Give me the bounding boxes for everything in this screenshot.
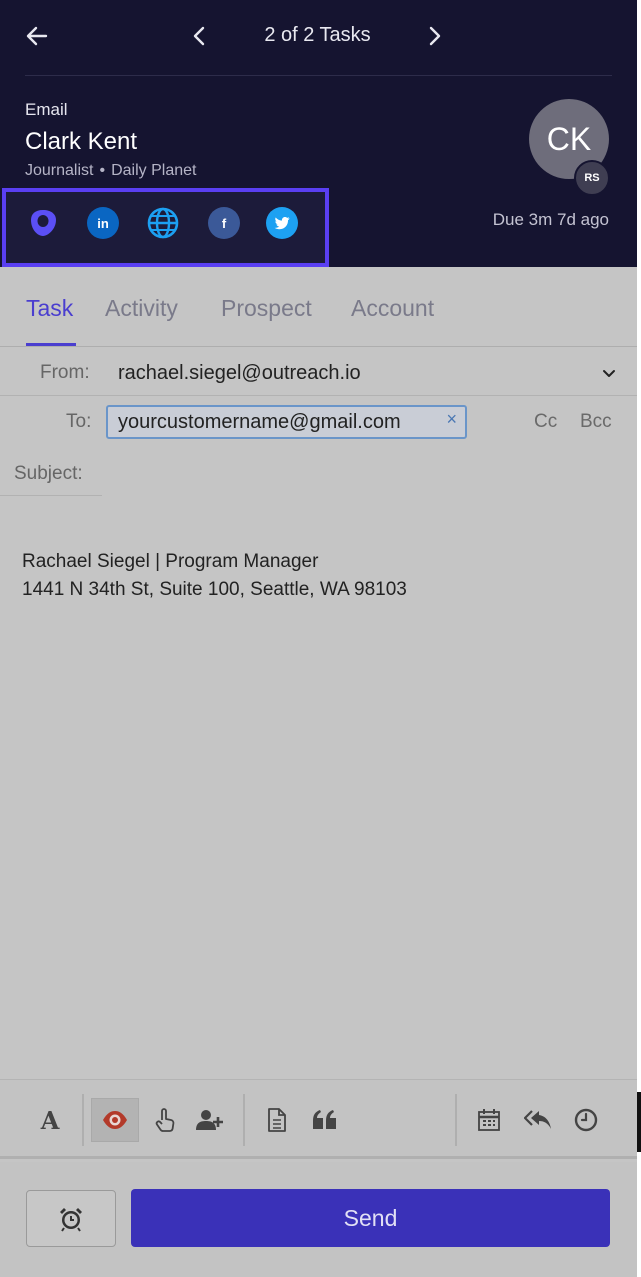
task-panel: 2 of 2 Tasks Email Clark Kent Journalist… [0, 0, 637, 1277]
previous-task-chevron-icon[interactable] [188, 22, 212, 50]
separator-dot: • [99, 162, 106, 179]
template-icon[interactable] [260, 1098, 294, 1142]
task-tabs: Task Activity Prospect Account [0, 267, 637, 347]
cc-button[interactable]: Cc [534, 411, 557, 433]
task-counter: 2 of 2 Tasks [264, 24, 371, 46]
back-arrow-icon[interactable] [24, 22, 52, 50]
owner-avatar: RS [574, 160, 610, 196]
compose-toolbar: A [0, 1079, 637, 1159]
active-tab-indicator [26, 343, 76, 346]
send-button[interactable]: Send [131, 1189, 610, 1247]
twitter-icon[interactable] [265, 206, 299, 240]
next-task-chevron-icon[interactable] [422, 22, 446, 50]
tab-task[interactable]: Task [26, 295, 73, 322]
to-label: To: [66, 411, 92, 432]
remove-recipient-icon[interactable]: × [446, 409, 457, 430]
facebook-icon[interactable]: f [207, 206, 241, 240]
signature-line: Rachael Siegel | Program Manager [22, 551, 319, 572]
outreach-icon[interactable] [26, 206, 60, 240]
recipient-email: yourcustomername@gmail.com [118, 411, 401, 433]
task-type: Email [25, 100, 68, 119]
subject-row: Subject: [0, 448, 102, 496]
tab-account[interactable]: Account [351, 295, 434, 322]
reply-all-icon[interactable] [521, 1098, 555, 1142]
globe-icon[interactable] [146, 206, 180, 240]
link-tracking-icon[interactable] [148, 1098, 182, 1142]
tab-activity[interactable]: Activity [105, 295, 178, 322]
tab-prospect[interactable]: Prospect [221, 295, 312, 322]
compose-footer: Send [0, 1162, 637, 1277]
toolbar-divider [455, 1094, 457, 1146]
twitter-badge [266, 207, 298, 239]
toolbar-divider [82, 1094, 84, 1146]
from-row: From: rachael.siegel@outreach.io [0, 348, 637, 396]
email-body[interactable]: Rachael Siegel | Program Manager 1441 N … [22, 548, 622, 604]
contact-subtitle: Journalist • Daily Planet [25, 162, 196, 180]
bcc-button[interactable]: Bcc [580, 411, 612, 433]
recipient-chip[interactable]: yourcustomername@gmail.com × [106, 405, 467, 439]
calendar-icon[interactable] [472, 1098, 506, 1142]
toolbar-divider [243, 1094, 245, 1146]
from-label: From: [40, 362, 90, 383]
from-address[interactable]: rachael.siegel@outreach.io [118, 362, 361, 385]
add-prospect-icon[interactable] [193, 1098, 227, 1142]
contact-title: Journalist [25, 162, 94, 179]
eye-tracking-icon[interactable] [91, 1098, 139, 1142]
snooze-button[interactable] [26, 1190, 116, 1247]
schedule-icon[interactable] [569, 1098, 603, 1142]
window-edge [637, 0, 641, 1277]
linkedin-badge: in [87, 207, 119, 239]
facebook-badge: f [208, 207, 240, 239]
subject-label: Subject: [14, 463, 83, 484]
font-glyph: A [40, 1105, 60, 1135]
due-date: Due 3m 7d ago [492, 210, 609, 229]
task-header: 2 of 2 Tasks Email Clark Kent Journalist… [0, 0, 637, 267]
contact-name[interactable]: Clark Kent [25, 128, 137, 156]
chevron-down-icon[interactable] [600, 364, 618, 382]
to-row: To: yourcustomername@gmail.com × Cc Bcc [0, 397, 637, 447]
snippet-icon[interactable] [308, 1098, 342, 1142]
signature-line: 1441 N 34th St, Suite 100, Seattle, WA 9… [22, 579, 407, 600]
contact-company[interactable]: Daily Planet [111, 162, 196, 179]
social-links-highlight: in f [2, 188, 329, 267]
window-edge-marker [637, 1092, 641, 1152]
subject-input[interactable] [110, 452, 630, 492]
alarm-clock-icon [60, 1207, 82, 1232]
font-format-icon[interactable]: A [33, 1098, 67, 1142]
header-divider [25, 75, 612, 76]
linkedin-icon[interactable]: in [86, 206, 120, 240]
